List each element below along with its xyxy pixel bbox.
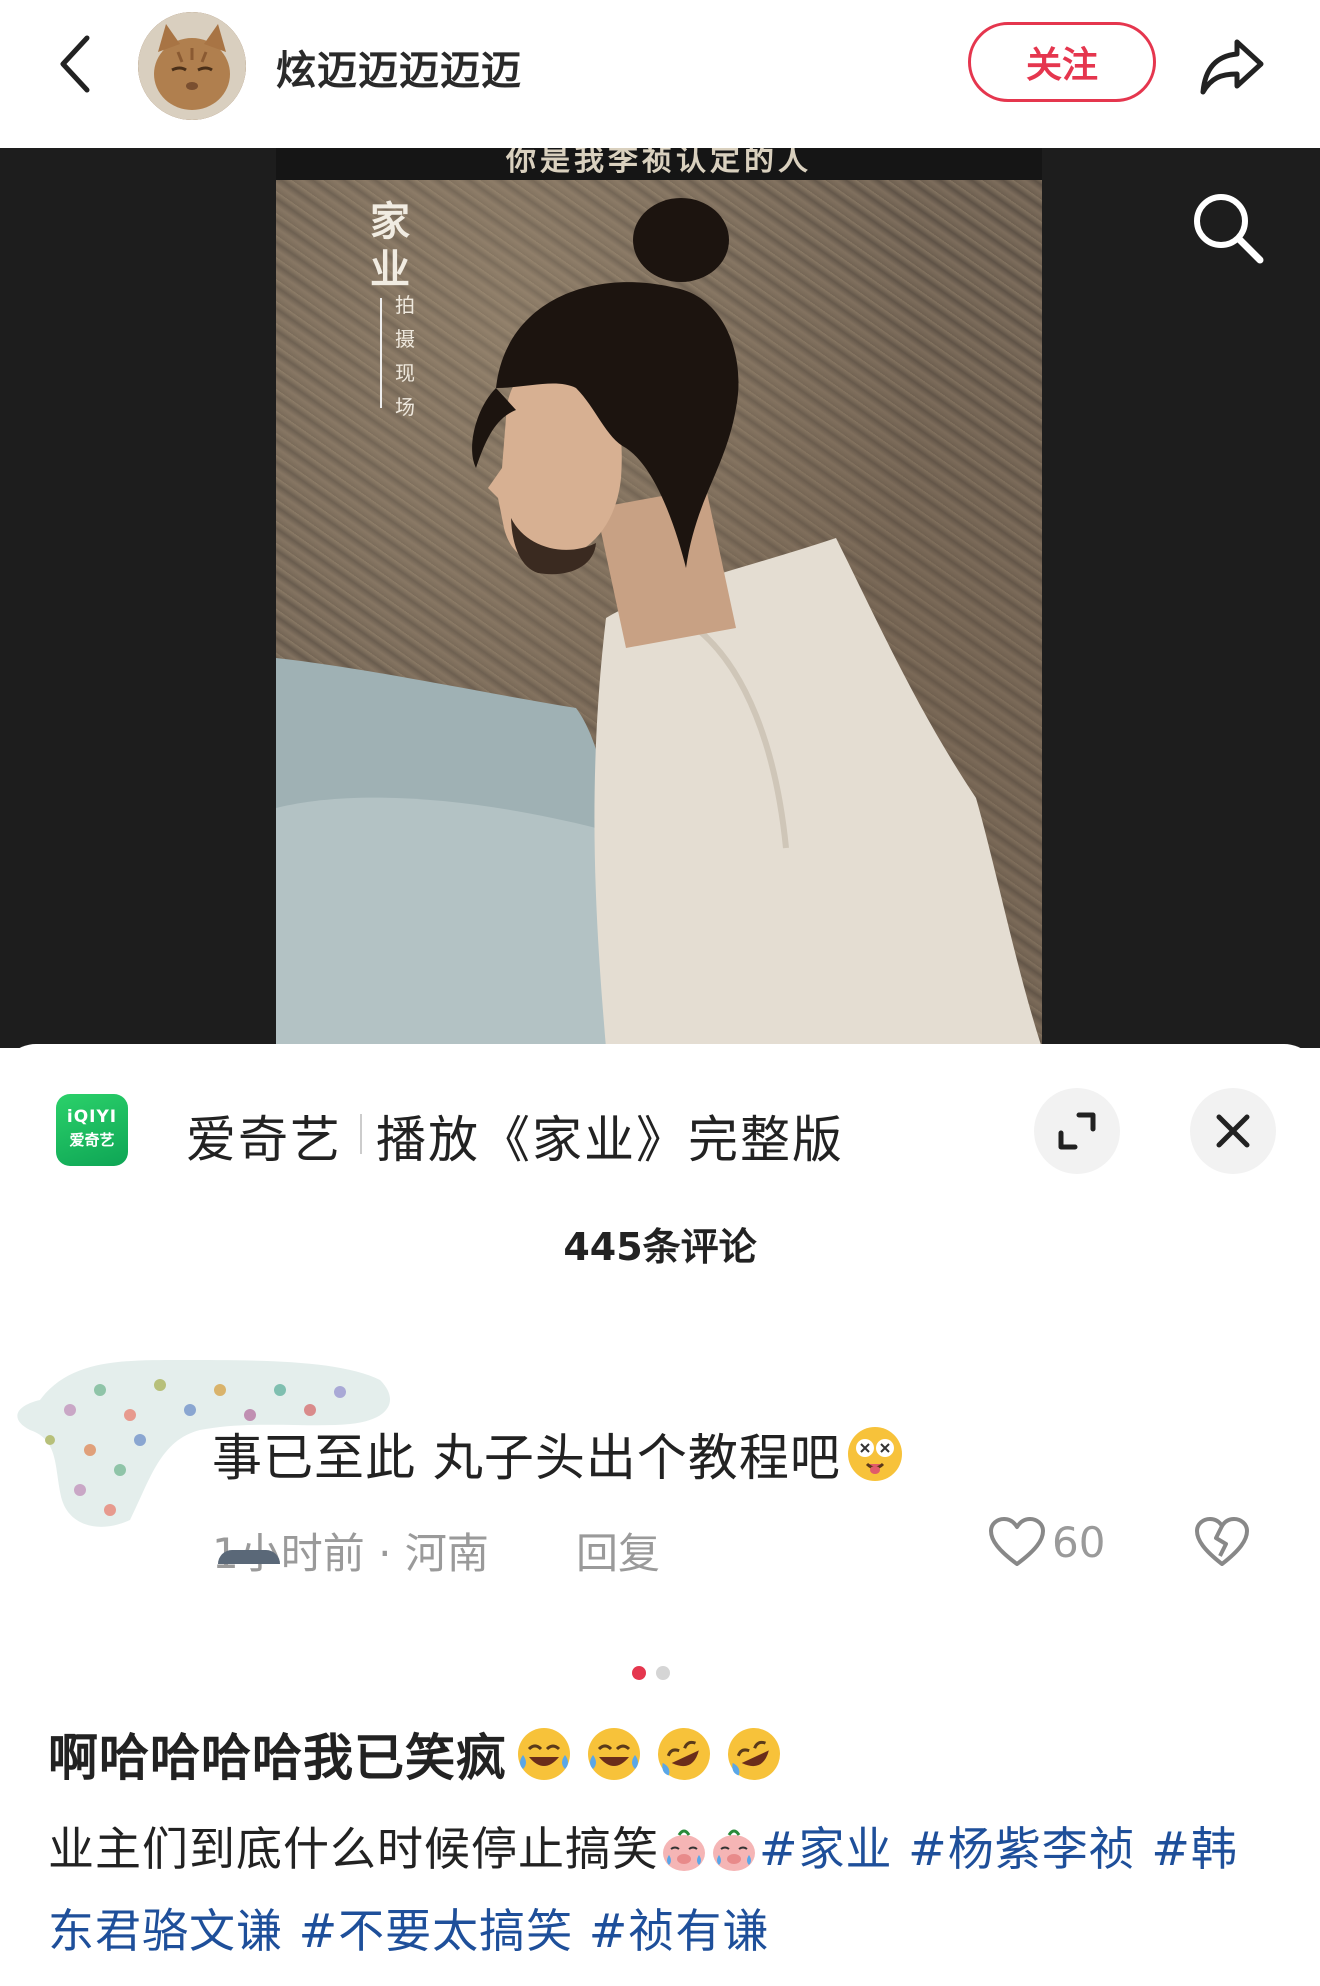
hashtag-link[interactable]: #杨紫李祯 (908, 1822, 1136, 1876)
comment-text: 事已至此 丸子头出个教程吧 (212, 1418, 905, 1490)
crying-pig-emoji-icon (663, 1829, 705, 1871)
watermark-divider (380, 298, 382, 408)
iqiyi-logo-text: iQIYI (66, 1107, 118, 1127)
drooling-emoji-icon (847, 1427, 902, 1481)
reply-button[interactable]: 回复 (576, 1520, 660, 1581)
tears-of-joy-emoji-icon (518, 1728, 570, 1780)
ad-divider (360, 1114, 362, 1154)
share-arrow-icon (1200, 39, 1264, 95)
hashtag-link[interactable]: #家业 (759, 1822, 893, 1876)
chevron-left-icon (60, 35, 90, 93)
avatar[interactable] (138, 12, 246, 120)
pager-dot[interactable] (656, 1666, 670, 1680)
post-body-text: 业主们到底什么时候停止搞笑 (48, 1822, 659, 1876)
top-nav-bar: 炫迈迈迈迈迈 关注 (0, 0, 1320, 148)
iqiyi-logo: iQIYI 爱奇艺 (56, 1094, 128, 1166)
search-icon (1194, 194, 1264, 264)
next-comment-avatar (218, 1550, 280, 1564)
ad-banner[interactable]: iQIYI 爱奇艺 爱奇艺 播放《家业》完整版 (0, 1044, 1320, 1174)
expand-button[interactable] (1034, 1088, 1120, 1174)
watermark-subtitle: 拍摄现场 (395, 293, 415, 419)
cat-avatar-image (138, 12, 246, 120)
crying-pig-emoji-icon (713, 1829, 755, 1871)
iqiyi-logo-subtext: 爱奇艺 (69, 1131, 115, 1149)
tears-of-joy-emoji-icon (588, 1728, 640, 1780)
ad-text[interactable]: 播放《家业》完整版 (376, 1100, 844, 1172)
like-count: 60 (1052, 1517, 1106, 1567)
username[interactable]: 炫迈迈迈迈迈 (276, 38, 522, 96)
follow-button[interactable]: 关注 (968, 22, 1156, 102)
image-pager (632, 1666, 670, 1680)
watermark-title: 家业 (370, 198, 410, 293)
pager-dot-active[interactable] (632, 1666, 646, 1680)
meta-separator: · (378, 1529, 392, 1578)
like-button[interactable]: 60 (988, 1516, 1105, 1568)
heart-icon (989, 1517, 1045, 1566)
post-body: 业主们到底什么时候停止搞笑 #家业 #杨紫李祯 #韩东君骆文谦 #不要太搞笑 #… (48, 1808, 1248, 1972)
expand-icon (1058, 1112, 1096, 1150)
comment-item: 事已至此 丸子头出个教程吧 1小时前 · 河南 回复 60 (0, 1320, 1320, 1600)
comment-body: 事已至此 丸子头出个教程吧 (212, 1429, 841, 1487)
back-button[interactable] (40, 26, 110, 102)
hashtag-link[interactable]: #不要太搞笑 (299, 1904, 574, 1958)
video-still: 你是我李祯认定的人 家业 拍摄现场 (276, 148, 1042, 1048)
post-media[interactable]: 你是我李祯认定的人 家业 拍摄现场 (0, 148, 1320, 1048)
rolling-laughing-emoji-icon (728, 1728, 780, 1780)
close-ad-button[interactable] (1190, 1088, 1276, 1174)
broken-heart-icon (1195, 1517, 1249, 1566)
close-icon (1216, 1114, 1250, 1148)
post-title: 啊哈哈哈哈我已笑疯 (48, 1718, 783, 1790)
comment-count: 445条评论 (563, 1225, 757, 1269)
title-emojis (515, 1725, 783, 1783)
dislike-button[interactable] (1194, 1516, 1250, 1572)
share-button[interactable] (1190, 24, 1274, 108)
ad-brand: 爱奇艺 (186, 1111, 342, 1169)
rolling-laughing-emoji-icon (658, 1728, 710, 1780)
comment-location: 河南 (404, 1529, 489, 1578)
comment-sheet: iQIYI 爱奇艺 爱奇艺 播放《家业》完整版 445条评论 事已至此 丸子头出… (0, 1044, 1320, 1634)
hashtag-link[interactable]: #祯有谦 (589, 1904, 770, 1958)
image-search-button[interactable] (1186, 186, 1268, 268)
post-title-text: 啊哈哈哈哈我已笑疯 (48, 1729, 507, 1787)
